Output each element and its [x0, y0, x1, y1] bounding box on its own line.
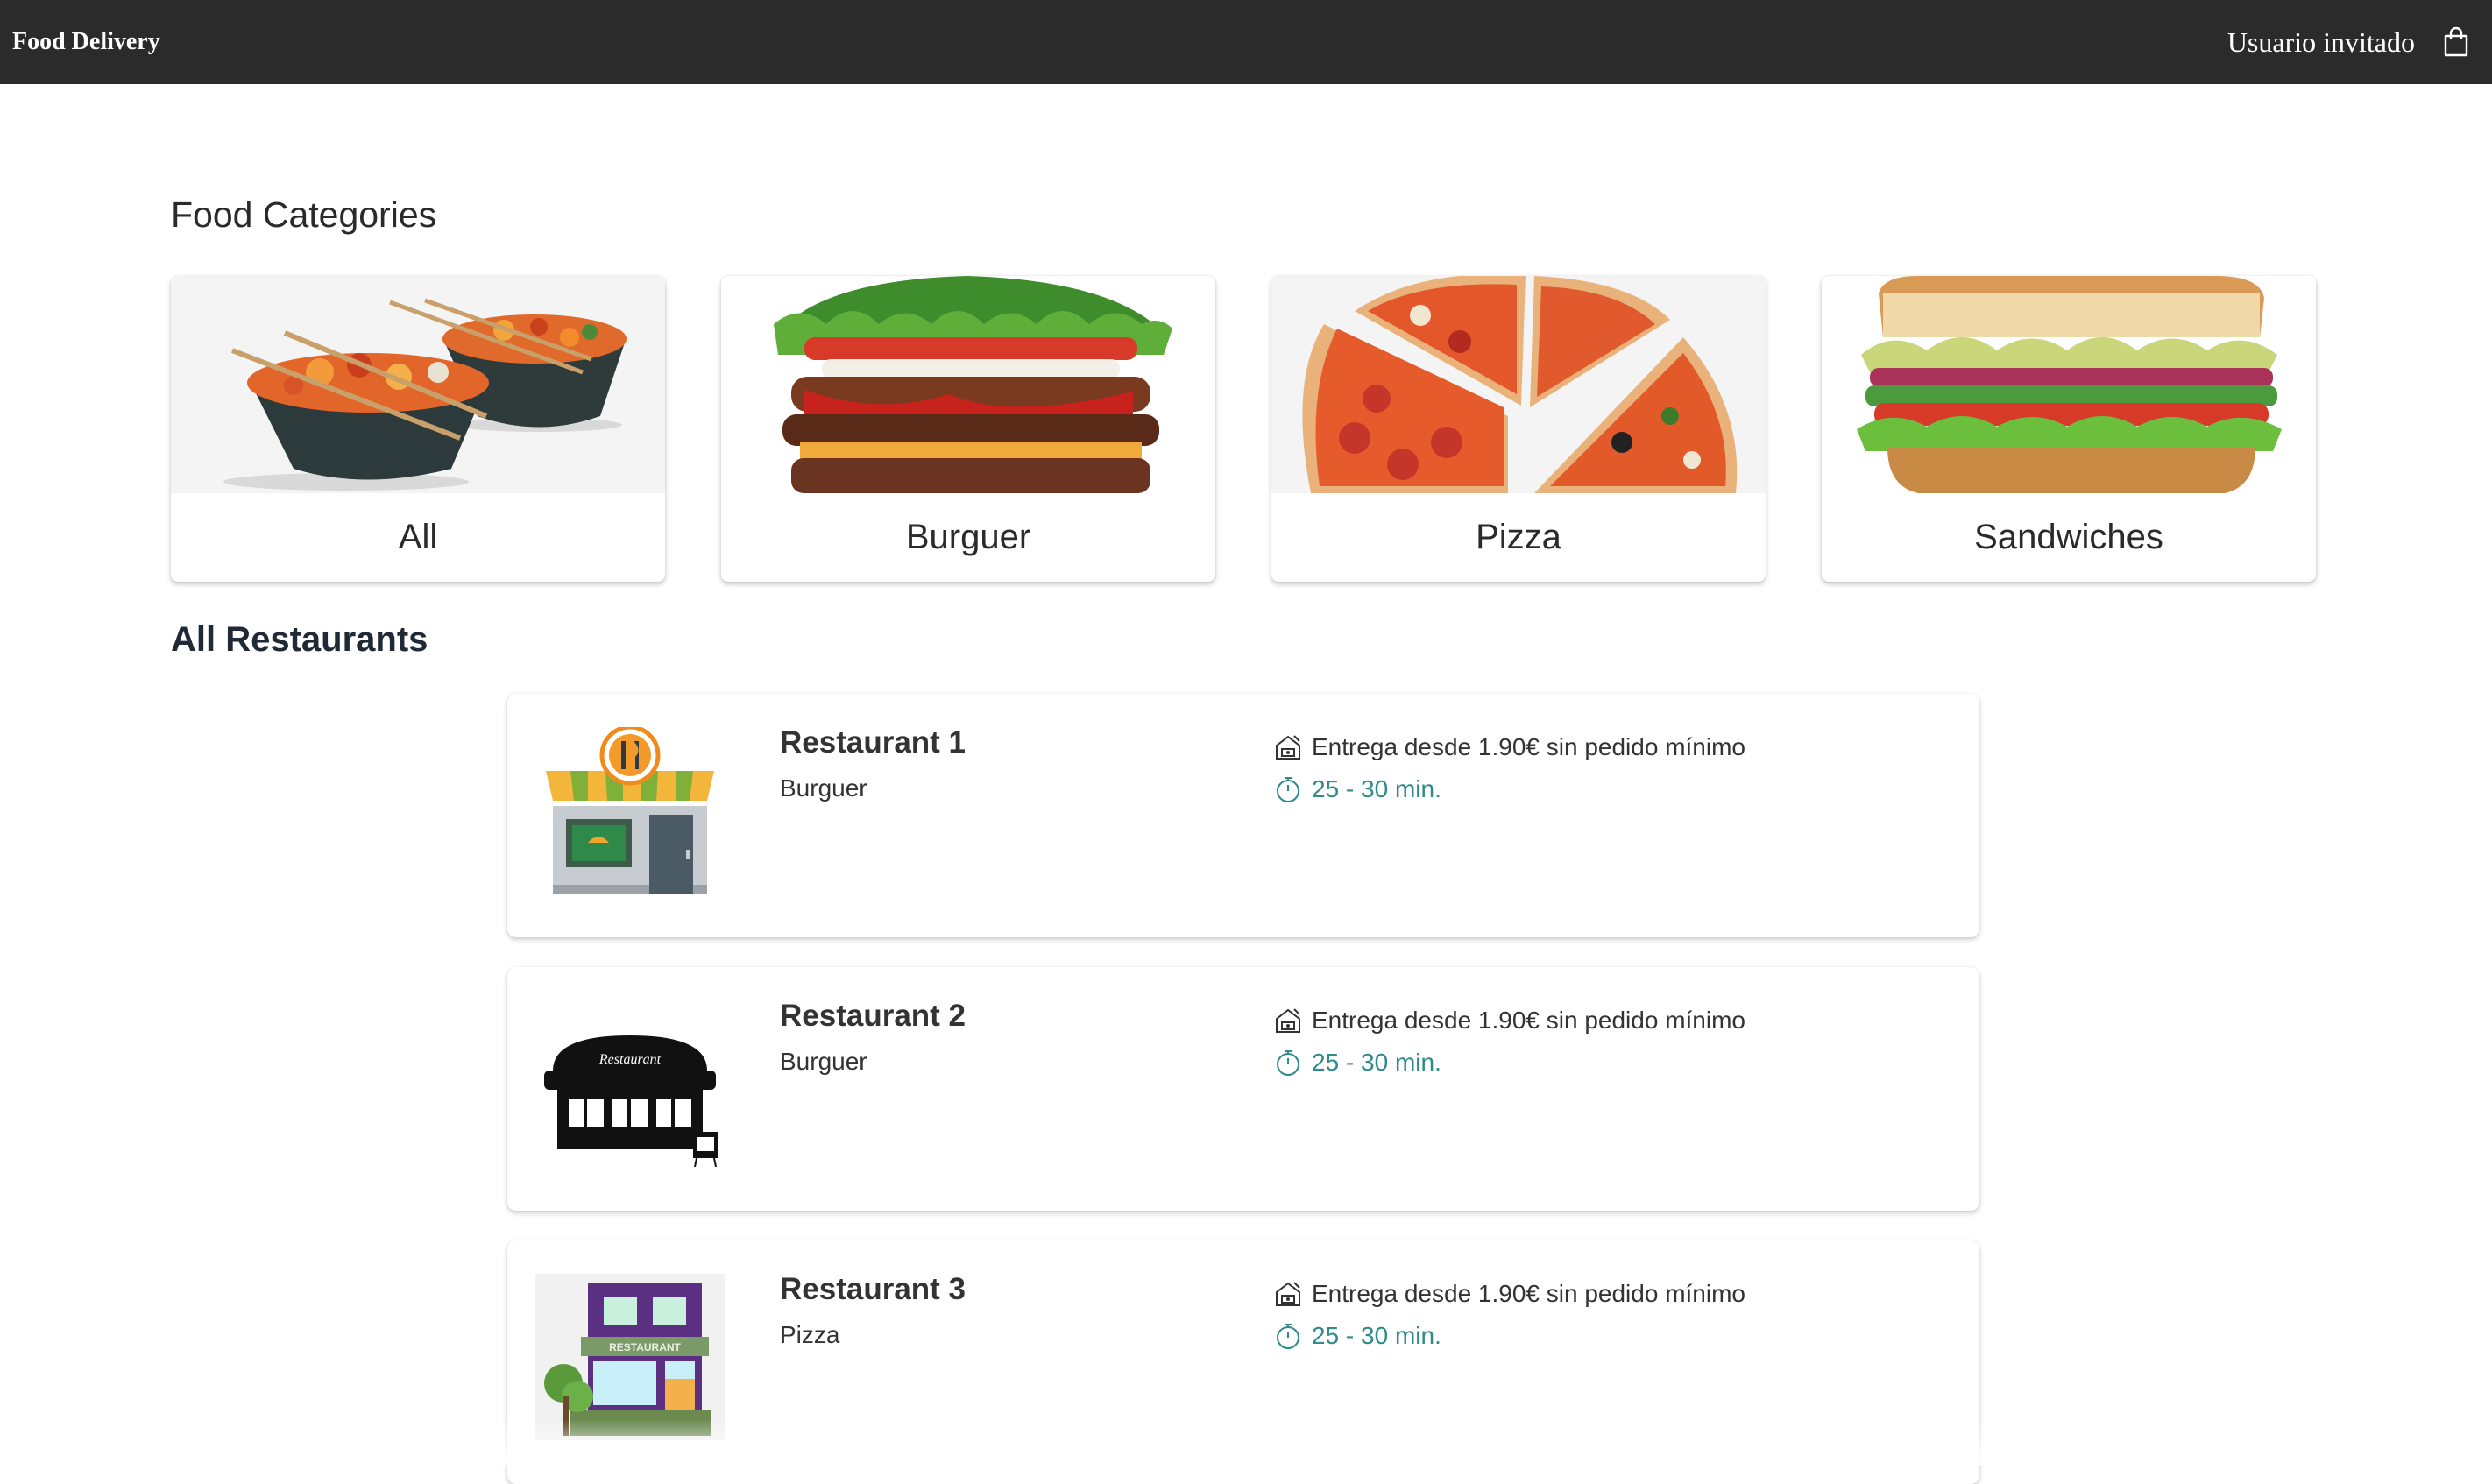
sandwich-image	[1822, 276, 2316, 493]
pizza-slices-image	[1271, 276, 1766, 493]
category-label: Sandwiches	[1974, 518, 2163, 556]
restaurant-category: Burguer	[780, 774, 867, 802]
svg-text:Restaurant: Restaurant	[598, 1052, 662, 1067]
restaurant-name[interactable]: Restaurant 1	[780, 725, 966, 760]
restaurant-silhouette-icon: Restaurant	[535, 1000, 725, 1168]
restaurant-card-1[interactable]: Restaurant 1 Burguer Entrega desde 1.90€…	[507, 694, 1979, 937]
time-text: 25 - 30 min.	[1312, 1049, 1441, 1076]
purple-restaurant-building-icon: RESTAURANT	[535, 1274, 725, 1440]
user-name[interactable]: Usuario invitado	[2227, 26, 2415, 59]
restaurant-category: Burguer	[780, 1048, 867, 1075]
delivery-text: Entrega desde 1.90€ sin pedido mínimo	[1312, 1007, 1745, 1034]
delivery-info: Entrega desde 1.90€ sin pedido mínimo	[1273, 1006, 1745, 1035]
user-area: Usuario invitado	[2227, 25, 2471, 60]
category-card-burguer[interactable]: Burguer	[721, 276, 1215, 582]
delivery-house-icon	[1276, 1008, 1300, 1033]
all-restaurants-title: All Restaurants	[171, 620, 428, 659]
food-categories-title: Food Categories	[171, 194, 437, 235]
storefront-awning-icon	[535, 724, 725, 894]
time-text: 25 - 30 min.	[1312, 1322, 1441, 1349]
stopwatch-icon	[1277, 777, 1299, 802]
time-text: 25 - 30 min.	[1312, 775, 1441, 802]
stopwatch-icon	[1277, 1324, 1299, 1349]
restaurant-name[interactable]: Restaurant 3	[780, 1272, 966, 1307]
noodle-bowls-image	[171, 276, 665, 493]
delivery-time: 25 - 30 min.	[1273, 1048, 1441, 1078]
category-card-pizza[interactable]: Pizza	[1271, 276, 1766, 582]
shopping-bag-icon[interactable]	[2441, 25, 2471, 60]
category-card-all[interactable]: All	[171, 276, 665, 582]
delivery-time: 25 - 30 min.	[1273, 774, 1441, 804]
delivery-text: Entrega desde 1.90€ sin pedido mínimo	[1312, 733, 1745, 760]
delivery-house-icon	[1276, 735, 1300, 760]
restaurant-name[interactable]: Restaurant 2	[780, 999, 966, 1034]
brand-logo-text[interactable]: Food Delivery	[12, 28, 160, 56]
restaurant-category: Pizza	[780, 1321, 840, 1348]
burger-image	[721, 276, 1215, 493]
stopwatch-icon	[1277, 1050, 1299, 1076]
delivery-time: 25 - 30 min.	[1273, 1321, 1441, 1351]
category-card-sandwiches[interactable]: Sandwiches	[1822, 276, 2316, 582]
svg-text:RESTAURANT: RESTAURANT	[609, 1341, 681, 1353]
restaurant-card-2[interactable]: Restaurant Restaurant 2 Burguer Entrega …	[507, 967, 1979, 1211]
delivery-text: Entrega desde 1.90€ sin pedido mínimo	[1312, 1280, 1745, 1307]
delivery-info: Entrega desde 1.90€ sin pedido mínimo	[1273, 732, 1745, 762]
category-label: Burguer	[905, 518, 1031, 556]
category-label: Pizza	[1476, 518, 1561, 556]
delivery-info: Entrega desde 1.90€ sin pedido mínimo	[1273, 1279, 1745, 1309]
delivery-house-icon	[1276, 1282, 1300, 1306]
category-label: All	[398, 518, 438, 556]
top-navbar: Food Delivery Usuario invitado	[0, 0, 2492, 84]
restaurant-card-3[interactable]: RESTAURANT Restaurant 3 Pizza Entrega de…	[507, 1240, 1979, 1484]
